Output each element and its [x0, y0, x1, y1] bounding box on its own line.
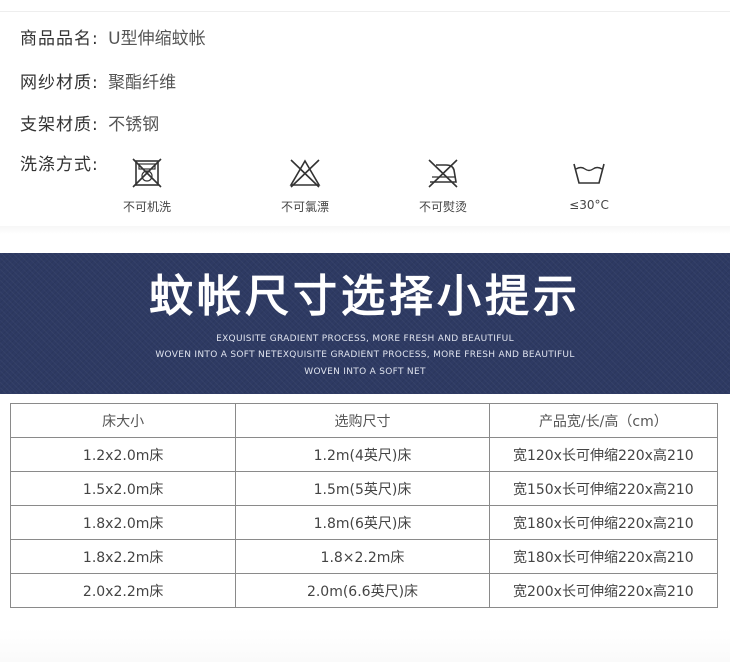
- table-cell: 1.8x2.0m床: [9, 505, 237, 540]
- footer-divider: [0, 628, 730, 662]
- table-cell: 1.8m(6英尺)床: [235, 505, 490, 540]
- wash-care-item: 不可氯漂: [260, 152, 350, 215]
- wash-care-item: ≤30°C: [544, 152, 634, 212]
- wash-care-item: 不可机洗: [102, 152, 192, 215]
- wash-care-label: ≤30°C: [569, 198, 609, 212]
- table-cell: 宽120x长可伸缩220x高210: [488, 437, 719, 472]
- banner-subtitle: WOVEN INTO A SOFT NETEXQUISITE GRADIENT …: [155, 350, 575, 360]
- size-table: 床大小 选购尺寸 产品宽/长/高（cm） 1.2x2.0m床 1.2m(4英尺)…: [9, 403, 719, 608]
- table-cell: 2.0x2.2m床: [9, 573, 237, 608]
- mesh-material-value: 聚酯纤维: [108, 73, 177, 93]
- table-cell: 宽180x长可伸缩220x高210: [488, 539, 719, 574]
- table-row: 1.2x2.0m床 1.2m(4英尺)床 宽120x长可伸缩220x高210: [9, 437, 719, 472]
- size-tips-banner: 蚊帐尺寸选择小提示 EXQUISITE GRADIENT PROCESS, MO…: [0, 253, 730, 394]
- table-cell: 1.2m(4英尺)床: [235, 437, 490, 472]
- table-row: 1.8x2.2m床 1.8×2.2m床 宽180x长可伸缩220x高210: [9, 539, 719, 574]
- divider: [0, 226, 730, 234]
- banner-title: 蚊帐尺寸选择小提示: [149, 271, 581, 322]
- table-cell: 宽180x长可伸缩220x高210: [488, 505, 719, 540]
- no-iron-icon: [428, 159, 458, 188]
- no-bleach-icon: [289, 159, 321, 188]
- product-name-value: U型伸缩蚊帐: [108, 29, 206, 49]
- wash-care-label: 不可熨烫: [418, 200, 467, 214]
- table-cell: 2.0m(6.6英尺)床: [235, 573, 490, 608]
- table-row: 1.8x2.0m床 1.8m(6英尺)床 宽180x长可伸缩220x高210: [9, 505, 719, 540]
- table-cell: 1.8×2.2m床: [235, 539, 490, 574]
- wash-method-row: 洗涤方式:: [20, 152, 99, 178]
- table-cell: 1.5x2.0m床: [9, 471, 237, 506]
- divider: [0, 11, 730, 12]
- frame-material-value: 不锈钢: [108, 115, 160, 135]
- frame-material-row: 支架材质: 不锈钢: [20, 112, 159, 138]
- product-info-section: 商品品名: U型伸缩蚊帐 网纱材质: 聚酯纤维 支架材质: 不锈钢 洗涤方式: …: [0, 0, 730, 236]
- wash-method-label: 洗涤方式:: [20, 155, 99, 175]
- table-row: 2.0x2.2m床 2.0m(6.6英尺)床 宽200x长可伸缩220x高210: [9, 573, 719, 608]
- wash-care-label: 不可机洗: [122, 200, 171, 214]
- banner-subtitle: WOVEN INTO A SOFT NET: [304, 367, 426, 377]
- column-header-product-dimensions: 产品宽/长/高（cm）: [488, 403, 719, 438]
- wash-care-item: 不可熨烫: [398, 152, 488, 215]
- table-cell: 1.8x2.2m床: [9, 539, 237, 574]
- mesh-material-row: 网纱材质: 聚酯纤维: [20, 70, 176, 96]
- table-cell: 1.2x2.0m床: [9, 437, 237, 472]
- product-detail-page: 商品品名: U型伸缩蚊帐 网纱材质: 聚酯纤维 支架材质: 不锈钢 洗涤方式: …: [0, 0, 730, 662]
- mesh-material-label: 网纱材质:: [20, 73, 99, 93]
- table-cell: 宽150x长可伸缩220x高210: [488, 471, 719, 506]
- column-header-purchase-size: 选购尺寸: [235, 403, 490, 438]
- product-name-label: 商品品名:: [20, 29, 99, 49]
- table-row: 1.5x2.0m床 1.5m(5英尺)床 宽150x长可伸缩220x高210: [9, 471, 719, 506]
- table-cell: 1.5m(5英尺)床: [235, 471, 490, 506]
- no-machine-wash-icon: [132, 158, 162, 188]
- wash-30-icon: [573, 163, 605, 184]
- banner-subtitle: EXQUISITE GRADIENT PROCESS, MORE FRESH A…: [216, 334, 514, 344]
- wash-care-label: 不可氯漂: [280, 200, 329, 214]
- product-name-row: 商品品名: U型伸缩蚊帐: [20, 26, 206, 52]
- frame-material-label: 支架材质:: [20, 115, 99, 135]
- column-header-bed-size: 床大小: [9, 403, 237, 438]
- table-cell: 宽200x长可伸缩220x高210: [488, 573, 719, 608]
- table-header-row: 床大小 选购尺寸 产品宽/长/高（cm）: [9, 403, 719, 438]
